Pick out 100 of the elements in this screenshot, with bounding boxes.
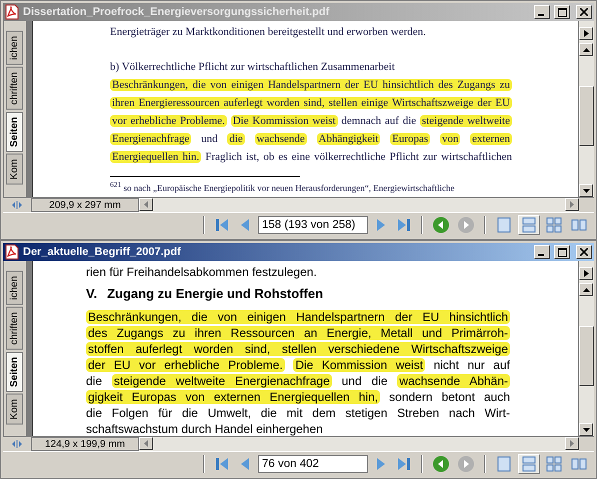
- back-button[interactable]: [430, 454, 452, 474]
- section-heading: Zugang zu Energie und Rohstoffen: [107, 286, 324, 302]
- scroll-left-button[interactable]: [139, 198, 153, 211]
- window-title: Der_aktuelle_Begriff_2007.pdf: [23, 246, 182, 258]
- side-tab[interactable]: chriften: [6, 66, 23, 110]
- side-tab[interactable]: Kom: [6, 394, 23, 424]
- last-page-icon: [396, 217, 412, 233]
- page-number-field[interactable]: 76 von 402: [258, 455, 368, 473]
- close-button[interactable]: [576, 5, 592, 19]
- facing-pages-icon: [571, 217, 587, 233]
- down-triangle-icon: [582, 188, 590, 192]
- document-text: demnach auf die: [341, 115, 416, 127]
- continuous-pages-icon: [521, 217, 537, 233]
- highlighted-text: Die Kommission weist: [230, 115, 338, 127]
- side-tab[interactable]: Kom: [6, 154, 23, 184]
- pdf-file-icon: [5, 4, 19, 20]
- view-mode-button[interactable]: [518, 215, 540, 235]
- side-tab[interactable]: Seiten: [6, 352, 23, 392]
- minimize-button[interactable]: [534, 5, 550, 19]
- highlighted-text: Die Kommission weist: [293, 358, 426, 372]
- previous-page-icon: [239, 456, 251, 472]
- splitter-bar[interactable]: [26, 261, 33, 436]
- up-triangle-icon: [582, 288, 590, 292]
- split-arrows-icon: [11, 200, 23, 210]
- vertical-scrollbar[interactable]: [578, 261, 594, 436]
- view-mode-button[interactable]: [518, 454, 540, 474]
- scroll-right-button[interactable]: [565, 198, 579, 211]
- right-triangle-icon: [584, 30, 588, 37]
- left-triangle-icon: [144, 440, 148, 447]
- section-heading: b) Völkerrechtliche Pflicht zur wirtschaftlichen Zusammenarbeit: [110, 61, 395, 73]
- single-page-icon: [496, 217, 512, 233]
- maximize-button[interactable]: [554, 245, 570, 259]
- last-page-icon: [396, 456, 412, 472]
- highlighted-text: gigkeit Europas von externen Energiequellen hin,: [86, 390, 380, 404]
- single-page-icon: [496, 456, 512, 472]
- grid-pages-icon: [546, 217, 562, 233]
- highlighted-text: Energienachfrage: [110, 133, 192, 145]
- page-size-readout: 209,9 x 297 mm: [31, 198, 139, 212]
- first-page-icon: [214, 217, 230, 233]
- highlighted-text: steigende weltweite: [420, 115, 512, 127]
- document-text: rien für Freihandelsabkommen festzulegen.: [86, 265, 317, 279]
- right-triangle-icon: [570, 201, 574, 208]
- splitter-bar[interactable]: [26, 21, 33, 197]
- document-text: die: [86, 374, 102, 388]
- first-page-icon: [214, 456, 230, 472]
- highlighted-text: der EU vor erhebliche Probleme.: [86, 358, 285, 372]
- side-tab[interactable]: Seiten: [6, 112, 23, 152]
- facing-pages-icon: [571, 456, 587, 472]
- highlighted-text: die: [227, 133, 245, 145]
- right-triangle-icon: [584, 270, 588, 277]
- vertical-scrollbar[interactable]: [578, 21, 594, 197]
- document-text: Energieträger zu Marktkonditionen bereitgestellt und erworben werden.: [110, 26, 426, 38]
- document-text: die Folgen für die Umwelt, die mit dem stetigen Streben nach Wirt-: [86, 406, 510, 420]
- highlighted-text: stoffen auferlegt worden sind, stellen verschiedene Wirtschaftszweige: [86, 342, 510, 356]
- window-title: Dissertation_Proefrock_Energieversorgungssicherheit.pdf: [23, 6, 330, 18]
- split-arrows-icon: [11, 439, 23, 449]
- scroll-up-button[interactable]: [579, 43, 593, 56]
- side-tab[interactable]: chriften: [6, 306, 23, 350]
- close-icon: [580, 8, 588, 16]
- right-triangle-icon: [570, 440, 574, 447]
- document-text: nicht nur auf: [434, 358, 510, 372]
- pdf-file-icon: [5, 244, 19, 260]
- side-tab[interactable]: ichen: [6, 271, 23, 305]
- close-button[interactable]: [576, 245, 592, 259]
- maximize-icon: [558, 248, 566, 256]
- scroll-up-button[interactable]: [579, 283, 593, 296]
- split-arrow-button[interactable]: [579, 27, 593, 40]
- maximize-button[interactable]: [554, 5, 570, 19]
- page-size-readout: 124,9 x 199,9 mm: [31, 437, 139, 451]
- next-page-icon: [375, 217, 387, 233]
- continuous-pages-icon: [521, 456, 537, 472]
- highlighted-text: Abhängigkeit: [316, 133, 380, 145]
- side-tab[interactable]: ichen: [6, 31, 23, 65]
- maximize-icon: [558, 8, 566, 16]
- highlighted-text: Beschränkungen, die von einigen Handelspartnern der EU hinsichtlich des Zugangs zu: [110, 79, 512, 91]
- document-text: sondern betont auch: [389, 390, 510, 404]
- highlighted-text: wachsende Abhän-: [397, 374, 510, 388]
- highlighted-text: von: [440, 133, 460, 145]
- document-text: und die: [342, 374, 388, 388]
- document-text: schaftswachstum durch Handel einhergehen: [86, 422, 323, 436]
- back-button[interactable]: [430, 215, 452, 235]
- scroll-down-button[interactable]: [579, 423, 593, 436]
- close-icon: [580, 248, 588, 256]
- highlighted-text: Europas: [390, 133, 430, 145]
- document-text: und: [201, 133, 218, 145]
- scroll-down-button[interactable]: [579, 184, 593, 197]
- left-triangle-icon: [144, 201, 148, 208]
- horizontal-scrollbar[interactable]: [139, 437, 579, 451]
- highlighted-text: steigende weltweite Energienachfrage: [112, 374, 332, 388]
- page-number-field[interactable]: 158 (193 von 258): [258, 216, 368, 234]
- highlighted-text: Beschränkungen, die von einigen Handelspartnern der EU hinsichtlich: [86, 310, 510, 324]
- previous-page-icon: [239, 217, 251, 233]
- highlighted-text: des Zugangs zu ihren Ressourcen an Energie, Metall und Primärroh-: [86, 326, 510, 340]
- minimize-button[interactable]: [534, 245, 550, 259]
- scroll-right-button[interactable]: [565, 437, 579, 450]
- split-arrow-button[interactable]: [579, 267, 593, 280]
- highlighted-text: ihren Energieressourcen auferlegt worden sind, stellen einige Wirtschaftszweige der EU: [110, 97, 512, 109]
- scroll-left-button[interactable]: [139, 437, 153, 450]
- heading-number: V.: [86, 286, 98, 302]
- horizontal-scrollbar[interactable]: [139, 198, 579, 212]
